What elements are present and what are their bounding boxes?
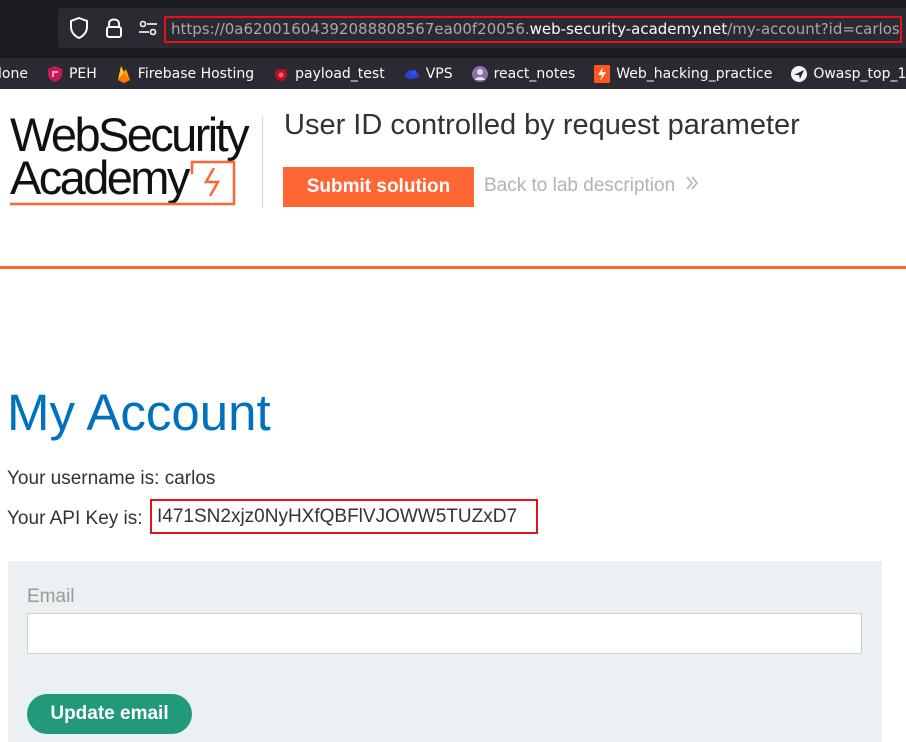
update-email-button[interactable]: Update email [27, 694, 192, 734]
site-permissions-icon[interactable] [138, 8, 158, 48]
bookmark-item[interactable]: PEH [47, 65, 97, 82]
username-line: Your username is: carlos [7, 468, 215, 490]
firebase-icon [116, 65, 132, 83]
lab-title: User ID controlled by request parameter [284, 109, 800, 141]
username-prefix: Your username is: [7, 468, 165, 489]
page-title: My Account [7, 384, 271, 441]
email-label: Email [27, 586, 75, 607]
shield-bookmark-icon [47, 65, 63, 82]
lab-header: WebSecurity Academy User ID controlled b… [0, 89, 906, 270]
bookmark-item[interactable]: payload_test [273, 66, 385, 82]
plane-icon [791, 65, 808, 82]
lock-icon[interactable] [104, 8, 124, 48]
email-input[interactable] [27, 613, 862, 654]
browser-toolbar: https://0a62001604392088808567ea00f20056… [0, 0, 906, 58]
api-key-prefix: Your API Key is: [7, 508, 143, 529]
bolt-icon [594, 64, 611, 83]
cloud-icon [404, 66, 420, 82]
bookmark-item[interactable]: lone [0, 66, 28, 82]
bookmark-label: react_notes [493, 65, 576, 82]
web-security-academy-logo[interactable]: WebSecurity Academy [10, 108, 260, 206]
url-host: web-security-academy.net [529, 20, 728, 38]
bug-icon [273, 66, 289, 82]
bookmark-item[interactable]: Owasp_top_10 [791, 65, 906, 82]
double-chevron-right-icon [685, 175, 699, 197]
bookmark-label: Web_hacking_practice [616, 65, 773, 82]
url-path: /my-account?id=carlos [727, 20, 900, 38]
bookmark-label: Firebase Hosting [137, 65, 255, 82]
change-email-form: Email Update email [8, 561, 882, 742]
bookmark-label: payload_test [295, 65, 385, 82]
tracking-protection-shield-icon[interactable] [68, 8, 90, 48]
bookmark-item[interactable]: VPS [404, 66, 453, 82]
bookmark-label: VPS [425, 65, 453, 82]
address-bar[interactable]: https://0a62001604392088808567ea00f20056… [58, 8, 906, 48]
bookmark-item[interactable]: react_notes [471, 65, 576, 82]
url-text[interactable]: https://0a62001604392088808567ea00f20056… [164, 16, 902, 43]
api-key-line: Your API Key is: [7, 508, 143, 530]
bookmark-item[interactable]: Web_hacking_practice [594, 64, 773, 83]
bookmarks-toolbar: lone PEH Firebase Hosting payload_test V… [0, 58, 906, 89]
back-to-lab-description-link[interactable]: Back to lab description [484, 175, 699, 197]
bookmark-item[interactable]: Firebase Hosting [116, 65, 255, 83]
logo-text-line1: WebSecurity [10, 108, 250, 161]
avatar-icon [471, 65, 488, 82]
url-prefix: https://0a62001604392088808567ea00f20056… [171, 20, 530, 38]
header-divider [262, 117, 263, 208]
header-orange-rule [0, 266, 906, 269]
back-link-label: Back to lab description [484, 175, 676, 196]
logo-underline-bolt-icon [10, 160, 236, 206]
username-value: carlos [164, 468, 216, 489]
bookmark-label: Owasp_top_10 [813, 65, 906, 82]
bookmark-label: lone [0, 65, 28, 82]
bookmark-label: PEH [68, 65, 97, 82]
submit-solution-button[interactable]: Submit solution [283, 167, 474, 207]
api-key-value: I471SN2xjz0NyHXfQBFlVJOWW5TUZxD7 [150, 499, 538, 534]
